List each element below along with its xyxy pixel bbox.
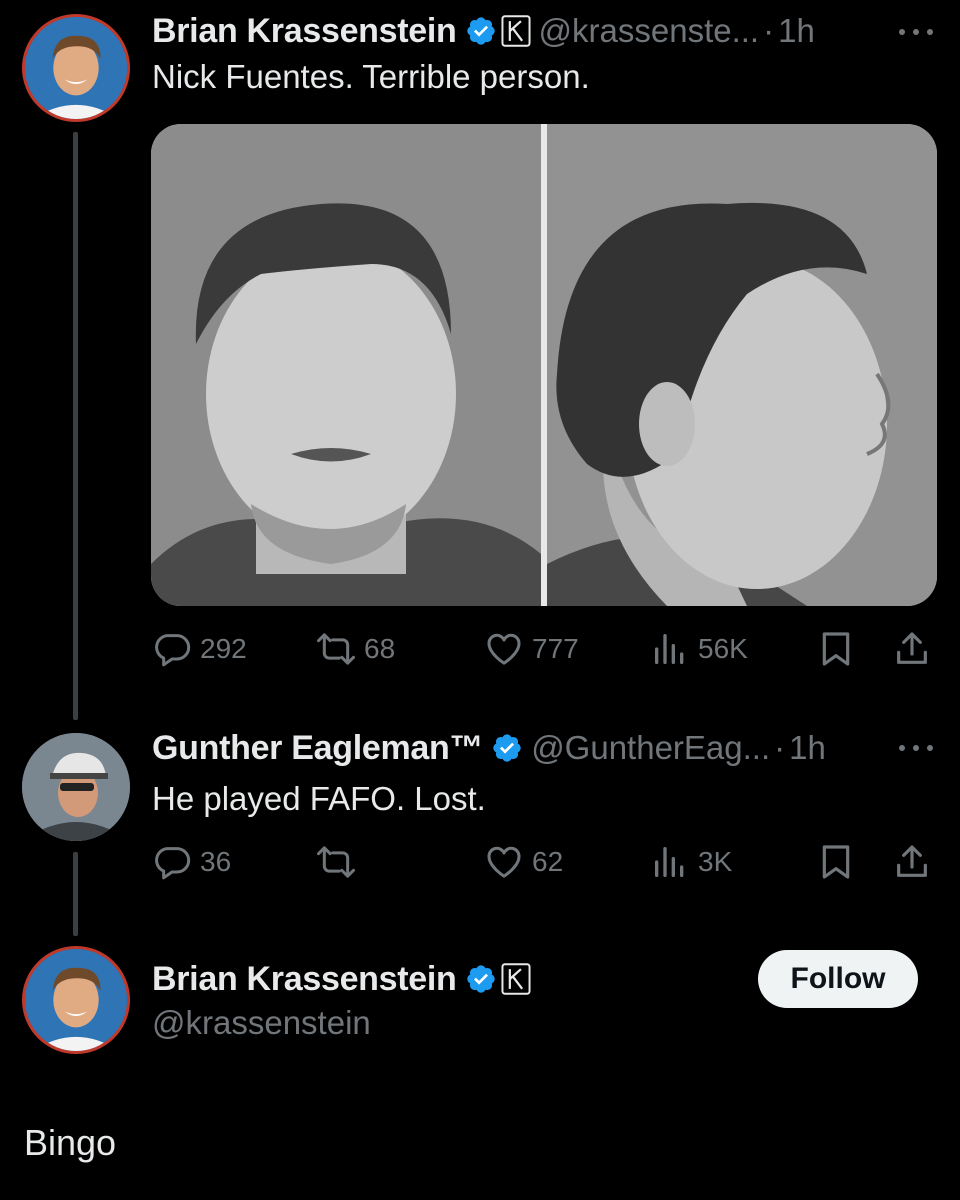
reply-count: 292 [200,633,247,664]
reply-author-row: Brian Krassenstein [152,958,531,1000]
tweet2-action-bar: 36 62 3K [152,837,934,887]
avatar[interactable] [22,946,130,1054]
like-icon [484,629,524,669]
reply-button[interactable]: 36 [152,837,231,887]
k-affiliate-icon[interactable] [501,15,531,47]
photo-front[interactable] [151,124,541,606]
reply-icon [152,629,192,669]
like-icon [484,842,524,882]
follow-button[interactable]: Follow [758,950,918,1008]
tweet-text: He played FAFO. Lost. [152,780,486,817]
author-name[interactable]: Brian Krassenstein [152,960,457,999]
bookmark-icon [816,629,856,669]
views-count: 56K [698,633,748,664]
share-button[interactable] [892,624,932,674]
post-text: Bingo [24,1122,117,1163]
repost-icon [316,842,356,882]
tweet1-author-row: Brian Krassenstein @krassenste... · 1h [152,10,815,52]
views-icon [650,842,690,882]
repost-button[interactable]: 68 [316,624,395,674]
views-icon [650,629,690,669]
tweet-timestamp[interactable]: 1h [789,729,826,767]
tweet-media[interactable] [151,124,937,606]
verified-badge-icon[interactable] [465,15,497,47]
avatar[interactable] [22,733,130,841]
reply-icon [152,842,192,882]
verified-badge-icon[interactable] [491,732,523,764]
author-name[interactable]: Gunther Eagleman™ [152,729,483,768]
tweet-timestamp[interactable]: 1h [778,12,815,50]
share-icon [892,842,932,882]
photo-profile[interactable] [547,124,937,606]
author-name[interactable]: Brian Krassenstein [152,12,457,51]
repost-count: 68 [364,633,396,664]
tweet1-action-bar: 292 68 777 56K [152,624,934,674]
reply-button[interactable]: 292 [152,624,247,674]
separator-dot: · [774,729,786,766]
bookmark-icon [816,842,856,882]
tweet2-author-row: Gunther Eagleman™ @GuntherEag... · 1h [152,727,826,769]
more-icon[interactable] [896,22,936,42]
bookmark-button[interactable] [816,624,856,674]
like-button[interactable]: 777 [484,624,579,674]
views-count: 3K [698,846,733,877]
bookmark-button[interactable] [816,837,856,887]
share-button[interactable] [892,837,932,887]
thread-connector-line [73,852,78,936]
author-handle[interactable]: @krassenstein [152,1004,371,1042]
like-button[interactable]: 62 [484,837,563,887]
reply-count: 36 [200,846,232,877]
more-icon[interactable] [896,738,936,758]
repost-button[interactable] [316,837,364,887]
k-affiliate-icon[interactable] [501,963,531,995]
author-handle[interactable]: @krassenste... [539,12,760,50]
thread-connector-line [73,132,78,720]
views-button[interactable]: 56K [650,624,748,674]
like-count: 62 [532,846,564,877]
separator-dot: · [763,12,775,49]
verified-badge-icon[interactable] [465,963,497,995]
views-button[interactable]: 3K [650,837,732,887]
tweet-text: Nick Fuentes. Terrible person. [152,58,590,95]
repost-icon [316,629,356,669]
like-count: 777 [532,633,579,664]
avatar[interactable] [22,14,130,122]
author-handle[interactable]: @GuntherEag... [531,729,770,767]
share-icon [892,629,932,669]
